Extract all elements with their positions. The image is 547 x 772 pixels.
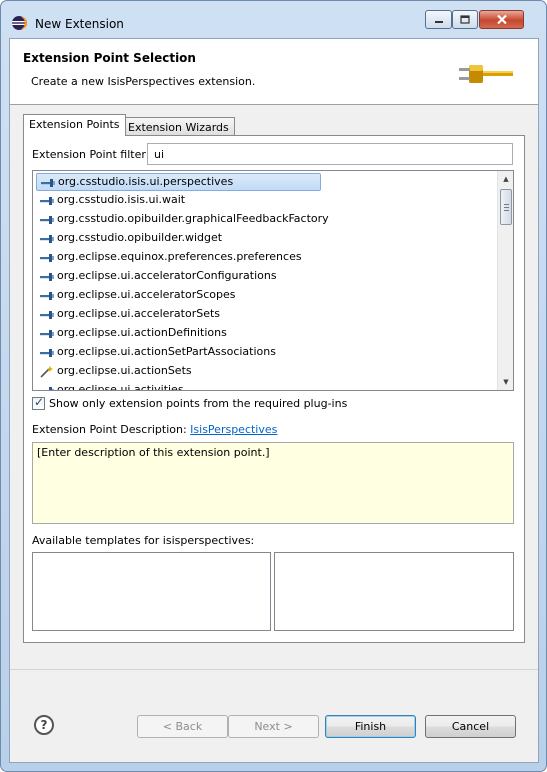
help-button[interactable]: ? (34, 715, 54, 735)
scroll-thumb[interactable] (500, 189, 512, 225)
template-description (274, 552, 514, 631)
list-item[interactable]: org.eclipse.ui.actionSetPartAssociations (36, 344, 326, 362)
extension-point-filter-input[interactable] (147, 143, 513, 165)
list-item[interactable]: org.eclipse.ui.acceleratorScopes (36, 287, 326, 305)
maximize-button[interactable] (452, 10, 478, 29)
extension-point-list[interactable]: org.csstudio.isis.ui.perspectives org.css… (32, 170, 514, 391)
extension-point-icon (40, 349, 54, 357)
extension-point-icon (40, 273, 54, 281)
extension-point-list-items: org.csstudio.isis.ui.perspectives org.css… (33, 171, 497, 390)
close-icon (496, 14, 507, 25)
scroll-up-button[interactable]: ▲ (498, 171, 513, 187)
help-icon: ? (40, 718, 48, 732)
list-item-label: org.csstudio.opibuilder.widget (57, 231, 223, 244)
list-item-label: org.csstudio.opibuilder.graphicalFeedbac… (57, 212, 329, 225)
thumb-grip (504, 204, 509, 205)
list-item[interactable]: org.csstudio.isis.ui.wait (36, 192, 326, 210)
list-item-label: org.csstudio.isis.ui.wait (57, 193, 186, 206)
footer-separator (10, 669, 538, 670)
list-item-label: org.eclipse.ui.acceleratorScopes (57, 288, 236, 301)
filter-label: Extension Point filter: (32, 148, 150, 161)
next-button[interactable]: Next > (228, 715, 319, 738)
list-item[interactable]: org.eclipse.ui.acceleratorSets (36, 306, 326, 324)
description-label-row: Extension Point Description: IsisPerspec… (32, 423, 277, 436)
title-bar[interactable]: New Extension (1, 1, 546, 35)
list-item[interactable]: org.csstudio.isis.ui.perspectives (36, 173, 321, 191)
cancel-button[interactable]: Cancel (425, 715, 516, 738)
extension-point-icon (40, 254, 54, 262)
extension-point-wizard-icon (40, 366, 53, 378)
extension-point-icon (41, 179, 55, 187)
extension-point-icon (40, 330, 54, 338)
list-item-label: org.eclipse.ui.acceleratorSets (57, 307, 221, 320)
extension-point-icon (40, 235, 54, 243)
page-message: Create a new IsisPerspectives extension. (31, 75, 256, 88)
plug-icon (459, 65, 513, 83)
extension-point-icon (40, 197, 54, 205)
list-item[interactable]: org.csstudio.opibuilder.graphicalFeedbac… (36, 211, 329, 229)
extension-points-panel: Extension Point filter: org.csstudio.isi… (23, 135, 525, 643)
list-item[interactable]: org.eclipse.ui.acceleratorConfigurations (36, 268, 326, 286)
minimize-button[interactable] (425, 10, 452, 29)
list-item-label: org.csstudio.isis.ui.perspectives (58, 175, 234, 188)
dialog-client-area: Extension Point Selection Create a new I… (9, 38, 539, 763)
extension-point-icon (40, 216, 54, 224)
list-item[interactable]: org.eclipse.ui.actionDefinitions (36, 325, 326, 343)
show-required-only-label[interactable]: Show only extension points from the requ… (49, 397, 347, 410)
show-required-only-row[interactable]: ✓ Show only extension points from the re… (32, 395, 347, 410)
eclipse-icon (12, 16, 27, 30)
templates-label: Available templates for isisperspectives… (32, 534, 255, 547)
list-item-label: org.eclipse.ui.actionDefinitions (57, 326, 227, 339)
page-title: Extension Point Selection (23, 51, 196, 65)
tab-extension-wizards[interactable]: Extension Wizards (122, 117, 235, 137)
tab-extension-points[interactable]: Extension Points (23, 114, 126, 136)
thumb-grip (504, 210, 509, 211)
new-extension-window: New Extension Extension Point Selection … (0, 0, 547, 772)
list-item-label: org.eclipse.ui.activities (57, 383, 184, 390)
list-item-label: org.eclipse.ui.actionSetPartAssociations (57, 345, 276, 358)
list-scrollbar[interactable]: ▲ ▼ (497, 171, 513, 390)
window-title: New Extension (35, 17, 124, 31)
list-item-label: org.eclipse.equinox.preferences.preferen… (57, 250, 302, 263)
wizard-banner: Extension Point Selection Create a new I… (10, 39, 538, 105)
description-link[interactable]: IsisPerspectives (190, 423, 277, 436)
description-text: [Enter description of this extension poi… (32, 442, 514, 524)
close-button[interactable] (479, 10, 524, 29)
list-item[interactable]: org.eclipse.ui.actionSets (36, 363, 326, 381)
thumb-grip (504, 207, 509, 208)
checkmark-icon: ✓ (34, 395, 45, 409)
minimize-icon (434, 20, 443, 23)
extension-point-icon (40, 292, 54, 300)
list-item[interactable]: org.eclipse.equinox.preferences.preferen… (36, 249, 326, 267)
list-item[interactable]: org.csstudio.opibuilder.widget (36, 230, 326, 248)
extension-point-icon (49, 387, 54, 390)
list-item[interactable]: org.eclipse.ui.activities (36, 382, 326, 390)
description-label: Extension Point Description: (32, 423, 187, 436)
templates-list[interactable] (32, 552, 271, 631)
show-required-only-checkbox[interactable]: ✓ (32, 395, 45, 410)
finish-button[interactable]: Finish (325, 715, 416, 738)
maximize-icon (460, 15, 470, 24)
extension-point-icon (40, 311, 54, 319)
back-button[interactable]: < Back (137, 715, 228, 738)
list-item-label: org.eclipse.ui.actionSets (57, 364, 192, 377)
list-item-label: org.eclipse.ui.acceleratorConfigurations (57, 269, 277, 282)
scroll-down-button[interactable]: ▼ (498, 374, 513, 390)
